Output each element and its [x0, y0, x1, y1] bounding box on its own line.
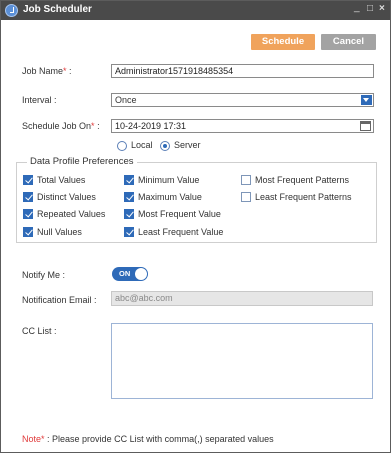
checkbox-total-values[interactable] — [23, 175, 33, 185]
job-name-input[interactable]: Administrator1571918485354 — [111, 64, 374, 78]
maximize-icon[interactable]: □ — [367, 3, 373, 14]
title-bar: Job Scheduler _ □ × — [1, 1, 390, 20]
cc-list-textarea[interactable] — [111, 323, 373, 399]
note-label: Note — [22, 434, 42, 444]
checkbox-maximum-value[interactable] — [124, 192, 134, 202]
null-values-label: Null Values — [37, 227, 82, 237]
data-profile-legend: Data Profile Preferences — [27, 156, 137, 167]
toggle-knob — [135, 268, 147, 280]
radio-server-label: Server — [174, 140, 201, 150]
footnote: Note* : Please provide CC List with comm… — [22, 434, 274, 444]
schedule-button[interactable]: Schedule — [251, 34, 315, 50]
note-text: : Please provide CC List with comma(,) s… — [44, 434, 274, 444]
close-icon[interactable]: × — [379, 3, 385, 14]
notification-email-label: Notification Email : — [22, 295, 97, 305]
calendar-icon[interactable] — [360, 121, 371, 131]
cancel-button[interactable]: Cancel — [321, 34, 376, 50]
repeated-values-label: Repeated Values — [37, 209, 106, 219]
checkbox-most-frequent-value[interactable] — [124, 209, 134, 219]
notify-me-label: Notify Me : — [22, 270, 66, 280]
schedule-on-label: Schedule Job On* : — [22, 121, 100, 131]
toggle-state-text: ON — [119, 269, 131, 278]
job-name-label: Job Name* : — [22, 66, 72, 76]
most-frequent-patterns-label: Most Frequent Patterns — [255, 175, 350, 185]
window-title: Job Scheduler — [23, 4, 92, 15]
notify-toggle[interactable]: ON — [112, 267, 148, 281]
chevron-down-icon[interactable] — [361, 95, 372, 105]
schedule-date-input[interactable]: 10-24-2019 17:31 — [111, 119, 374, 133]
minimize-icon[interactable]: _ — [354, 2, 360, 13]
checkbox-null-values[interactable] — [23, 227, 33, 237]
maximum-value-label: Maximum Value — [138, 192, 202, 202]
checkbox-minimum-value[interactable] — [124, 175, 134, 185]
checkbox-least-frequent-value[interactable] — [124, 227, 134, 237]
notification-email-field: abc@abc.com — [111, 291, 373, 306]
radio-local-button[interactable] — [117, 141, 127, 151]
interval-value: Once — [115, 95, 137, 105]
interval-label: Interval : — [22, 95, 57, 105]
checkbox-repeated-values[interactable] — [23, 209, 33, 219]
checkbox-least-frequent-patterns[interactable] — [241, 192, 251, 202]
interval-select[interactable]: Once — [111, 93, 374, 107]
job-scheduler-dialog: Job Scheduler _ □ × Schedule Cancel Job … — [0, 0, 391, 453]
checkbox-most-frequent-patterns[interactable] — [241, 175, 251, 185]
radio-local-label: Local — [131, 140, 153, 150]
radio-server-button[interactable] — [160, 141, 170, 151]
most-frequent-value-label: Most Frequent Value — [138, 209, 221, 219]
distinct-values-label: Distinct Values — [37, 192, 96, 202]
app-icon — [5, 4, 18, 17]
total-values-label: Total Values — [37, 175, 86, 185]
least-frequent-value-label: Least Frequent Value — [138, 227, 224, 237]
least-frequent-patterns-label: Least Frequent Patterns — [255, 192, 352, 202]
cc-list-label: CC List : — [22, 326, 57, 336]
minimum-value-label: Minimum Value — [138, 175, 200, 185]
schedule-date-value: 10-24-2019 17:31 — [115, 121, 187, 131]
checkbox-distinct-values[interactable] — [23, 192, 33, 202]
